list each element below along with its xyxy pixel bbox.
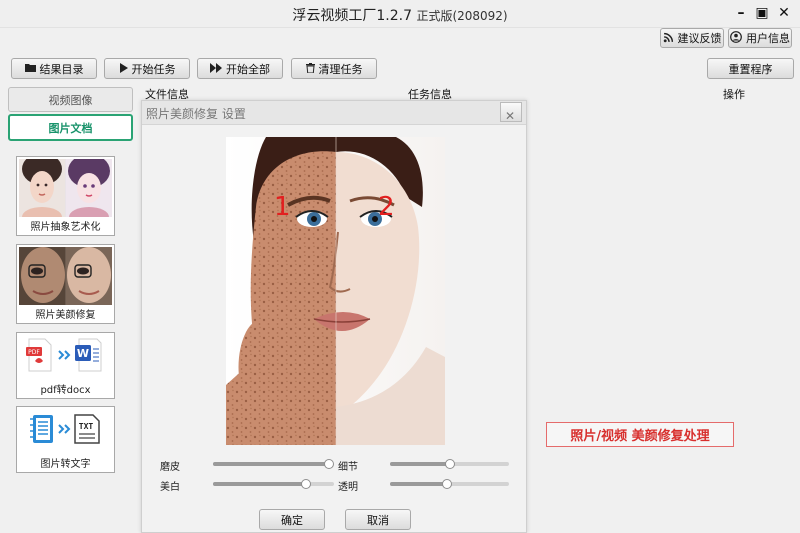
slider-knob[interactable] bbox=[301, 479, 312, 489]
slider-fill bbox=[213, 482, 307, 486]
start-task-label: 开始任务 bbox=[131, 62, 176, 76]
user-info-label: 用户信息 bbox=[746, 32, 790, 45]
title-bar: 浮云视频工厂1.2.7 正式版(208092) – ▣ ✕ bbox=[0, 0, 800, 28]
mark-after: 2 bbox=[378, 192, 395, 222]
photo-beauty-thumbnail bbox=[19, 247, 112, 305]
tab-label: 图片文档 bbox=[48, 121, 93, 135]
folder-icon bbox=[24, 63, 36, 74]
start-all-button[interactable]: 开始全部 bbox=[197, 58, 283, 79]
transparency-slider[interactable] bbox=[390, 479, 509, 489]
slider-knob[interactable] bbox=[444, 459, 455, 469]
whitening-slider[interactable] bbox=[213, 479, 334, 489]
dialog-close-button[interactable]: ✕ bbox=[500, 102, 522, 123]
tool-image-to-text[interactable]: TXT 图片转文字 bbox=[16, 406, 115, 473]
cancel-button[interactable]: 取消 bbox=[345, 509, 411, 530]
dialog-title-bar: 照片美颜修复 设置 ✕ bbox=[142, 101, 526, 125]
svg-text:PDF: PDF bbox=[28, 349, 40, 356]
tool-label: 照片美颜修复 bbox=[35, 310, 96, 321]
ok-button[interactable]: 确定 bbox=[259, 509, 325, 530]
clear-tasks-label: 清理任务 bbox=[318, 62, 363, 76]
clear-tasks-button[interactable]: 清理任务 bbox=[291, 58, 377, 79]
cancel-label: 取消 bbox=[367, 513, 389, 527]
tool-pdf-to-docx[interactable]: PDF W pdf转docx bbox=[16, 332, 115, 399]
feature-banner: 照片/视频 美颜修复处理 bbox=[546, 422, 734, 447]
photo-abstract-thumbnail bbox=[19, 159, 112, 217]
tool-label: pdf转docx bbox=[40, 385, 91, 396]
slider-knob[interactable] bbox=[324, 459, 334, 469]
maximize-icon: ▣ bbox=[755, 5, 769, 21]
tool-photo-beauty-repair[interactable]: 照片美颜修复 bbox=[16, 244, 115, 324]
beauty-settings-dialog: 照片美颜修复 设置 ✕ 1 2 磨皮 细节 美白 透明 确定 取消 bbox=[141, 100, 527, 533]
minimize-button[interactable]: – bbox=[730, 3, 752, 23]
tab-label: 视频图像 bbox=[48, 93, 93, 107]
tool-label: 照片抽象艺术化 bbox=[30, 222, 101, 233]
tab-video-image[interactable]: 视频图像 bbox=[8, 87, 133, 112]
smoothing-slider[interactable] bbox=[213, 459, 334, 469]
banner-text: 照片/视频 美颜修复处理 bbox=[570, 429, 710, 444]
reset-label: 重置程序 bbox=[728, 62, 773, 76]
fast-forward-icon bbox=[210, 62, 222, 75]
results-dir-button[interactable]: 结果目录 bbox=[11, 58, 97, 79]
slider-fill bbox=[390, 482, 448, 486]
tool-label: 图片转文字 bbox=[40, 459, 91, 470]
app-name: 浮云视频工厂1.2.7 bbox=[292, 8, 412, 24]
rss-icon bbox=[663, 32, 674, 45]
detail-slider[interactable] bbox=[390, 459, 509, 469]
close-icon: ✕ bbox=[778, 5, 790, 21]
transparency-label: 透明 bbox=[338, 482, 358, 493]
slider-knob[interactable] bbox=[442, 479, 453, 489]
close-window-button[interactable]: ✕ bbox=[773, 3, 795, 23]
reset-button[interactable]: 重置程序 bbox=[707, 58, 794, 79]
tab-image-document[interactable]: 图片文档 bbox=[8, 114, 133, 141]
slider-fill bbox=[213, 462, 329, 466]
pdf-to-docx-thumbnail: PDF W bbox=[19, 335, 112, 375]
maximize-button[interactable]: ▣ bbox=[751, 3, 773, 23]
slider-fill bbox=[390, 462, 450, 466]
trash-icon bbox=[305, 62, 315, 75]
preview-photo: 1 2 bbox=[226, 137, 445, 445]
image-to-text-thumbnail: TXT bbox=[19, 409, 112, 449]
mark-before: 1 bbox=[274, 192, 291, 222]
start-all-label: 开始全部 bbox=[226, 62, 270, 76]
app-version: 正式版(208092) bbox=[416, 9, 508, 23]
results-dir-label: 结果目录 bbox=[39, 62, 84, 76]
svg-text:W: W bbox=[77, 347, 89, 360]
detail-label: 细节 bbox=[338, 462, 358, 473]
feedback-button[interactable]: 建议反馈 bbox=[660, 28, 724, 48]
user-icon bbox=[730, 31, 742, 45]
svg-text:TXT: TXT bbox=[79, 422, 94, 431]
start-task-button[interactable]: 开始任务 bbox=[104, 58, 190, 79]
close-icon: ✕ bbox=[505, 109, 516, 123]
whitening-label: 美白 bbox=[160, 482, 180, 493]
feedback-label: 建议反馈 bbox=[677, 32, 722, 45]
minimize-icon: – bbox=[737, 5, 745, 21]
tool-photo-abstract-art[interactable]: 照片抽象艺术化 bbox=[16, 156, 115, 236]
window-title: 浮云视频工厂1.2.7 正式版(208092) bbox=[0, 5, 800, 25]
smoothing-label: 磨皮 bbox=[160, 462, 180, 473]
dialog-title: 照片美颜修复 设置 bbox=[146, 107, 246, 121]
user-info-button[interactable]: 用户信息 bbox=[728, 28, 792, 48]
column-actions: 操作 bbox=[723, 88, 745, 101]
ok-label: 确定 bbox=[281, 513, 303, 527]
play-icon bbox=[119, 62, 128, 75]
